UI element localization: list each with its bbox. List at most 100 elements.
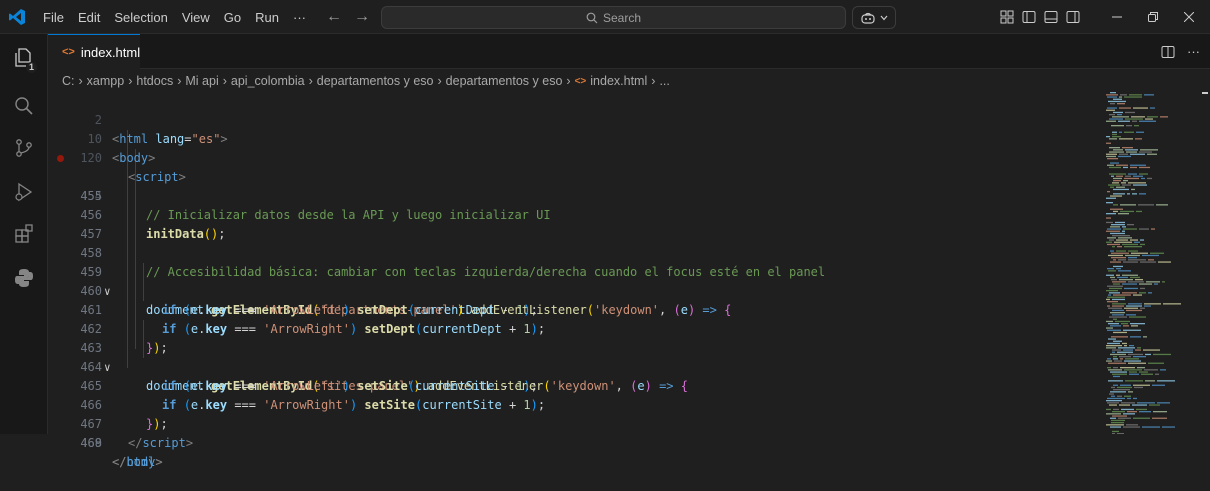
breakpoint-icon[interactable] (57, 155, 64, 162)
minimap-line (1139, 193, 1146, 195)
minimap-line (1108, 254, 1123, 257)
command-center-search[interactable]: Search (381, 6, 846, 29)
minimap-line (1113, 283, 1120, 285)
search-view-icon[interactable] (12, 94, 36, 118)
breadcrumb-symbol[interactable]: ... (659, 74, 669, 88)
toggle-panel-icon[interactable] (1044, 10, 1058, 24)
more-actions-icon[interactable]: ··· (1187, 44, 1200, 59)
minimap-line (1125, 111, 1135, 114)
minimap-line (1130, 276, 1140, 279)
title-bar: File Edit Selection View Go Run ··· ← → … (0, 0, 1210, 34)
python-icon[interactable] (12, 266, 36, 290)
minimap-line (1107, 358, 1111, 360)
breadcrumb-item[interactable]: xampp (87, 74, 125, 88)
breadcrumb-item[interactable]: departamentos y eso (446, 74, 563, 88)
breadcrumb-item[interactable]: departamentos y eso (317, 74, 434, 88)
minimap-line (1140, 307, 1145, 309)
minimap-line (1118, 270, 1131, 272)
minimap-line (1106, 298, 1110, 301)
minimap[interactable] (1102, 92, 1198, 435)
minimap-line (1112, 281, 1126, 283)
minimap-line (1118, 155, 1131, 158)
minimap-line (1110, 226, 1120, 228)
code-editor[interactable]: 2 <html lang="es"> 10 <body> 120 <script… (48, 92, 1100, 469)
minimap-line (1106, 142, 1111, 144)
minimap-line (1108, 270, 1116, 272)
breadcrumb-item[interactable]: Mi api (185, 74, 218, 88)
minimap-line (1120, 210, 1134, 213)
minimap-line (1148, 259, 1154, 261)
minimap-line (1106, 217, 1111, 219)
minimap-line (1107, 191, 1110, 193)
menu-run[interactable]: Run (248, 10, 286, 25)
code-line: 466 }); (48, 377, 1100, 431)
minimap-line (1140, 243, 1145, 246)
restore-icon[interactable] (1148, 12, 1158, 22)
minimap-line (1122, 243, 1138, 246)
breadcrumb-file[interactable]: index.html (590, 74, 647, 88)
minimize-icon[interactable] (1112, 12, 1122, 22)
minimap-line (1129, 371, 1137, 373)
close-icon[interactable] (1184, 12, 1194, 22)
minimap-line (1138, 204, 1154, 206)
minimap-line (1106, 230, 1120, 232)
run-debug-icon[interactable] (12, 180, 36, 204)
editor-tab-bar: <> index.html ··· (48, 34, 1210, 69)
toggle-primary-sidebar-icon[interactable] (1022, 10, 1036, 24)
minimap-line (1113, 265, 1123, 268)
minimap-line (1106, 155, 1116, 158)
extensions-icon[interactable] (12, 222, 36, 246)
minimap-line (1110, 426, 1121, 428)
minimap-line (1141, 177, 1145, 180)
minimap-line (1109, 173, 1126, 175)
minimap-line (1124, 369, 1142, 371)
menu-edit[interactable]: Edit (71, 10, 107, 25)
minimap-line (1140, 239, 1144, 241)
minimap-line (1147, 177, 1152, 180)
minimap-line (1119, 131, 1122, 133)
minimap-line (1133, 184, 1147, 186)
menu-more[interactable]: ··· (286, 10, 313, 25)
minimap-line (1116, 239, 1128, 241)
chevron-right-icon: › (128, 74, 133, 88)
minimap-line (1139, 173, 1148, 175)
vertical-scrollbar[interactable] (1200, 92, 1210, 434)
breadcrumb-item[interactable]: api_colombia (231, 74, 305, 88)
menu-go[interactable]: Go (217, 10, 248, 25)
copilot-button[interactable] (852, 6, 896, 29)
minimap-line (1123, 261, 1138, 263)
code-line: 460 if (e.key === 'ArrowLeft') setDept(c… (48, 263, 1100, 317)
minimap-line (1107, 305, 1110, 307)
code-line: 457 (48, 206, 1100, 241)
customize-layout-icon[interactable] (1000, 10, 1014, 24)
menu-file[interactable]: File (36, 10, 71, 25)
tab-index-html[interactable]: <> index.html (48, 34, 140, 69)
explorer-icon[interactable]: 1 (12, 46, 37, 73)
minimap-line (1112, 411, 1125, 413)
arrow-left-icon[interactable]: ← (326, 8, 342, 26)
minimap-line (1156, 204, 1168, 206)
minimap-line (1111, 395, 1115, 397)
minimap-line (1118, 417, 1131, 419)
minimap-line (1113, 111, 1123, 114)
minimap-line (1112, 430, 1119, 433)
toggle-secondary-sidebar-icon[interactable] (1066, 10, 1080, 24)
minimap-line (1110, 250, 1114, 252)
minimap-line (1126, 151, 1137, 153)
minimap-line (1116, 274, 1120, 276)
minimap-line (1121, 402, 1135, 404)
minimap-line (1113, 193, 1125, 195)
source-control-icon[interactable] (12, 136, 36, 160)
breadcrumb-item[interactable]: C: (62, 74, 75, 88)
menu-view[interactable]: View (175, 10, 217, 25)
split-editor-icon[interactable] (1161, 45, 1175, 59)
minimap-line (1106, 274, 1114, 276)
menu-selection[interactable]: Selection (107, 10, 174, 25)
minimap-line (1115, 221, 1125, 224)
minimap-line (1116, 186, 1125, 188)
minimap-line (1110, 92, 1116, 94)
chevron-right-icon: › (651, 74, 656, 88)
breadcrumb-item[interactable]: htdocs (136, 74, 173, 88)
minimap-line (1109, 292, 1120, 294)
arrow-right-icon[interactable]: → (354, 8, 370, 26)
